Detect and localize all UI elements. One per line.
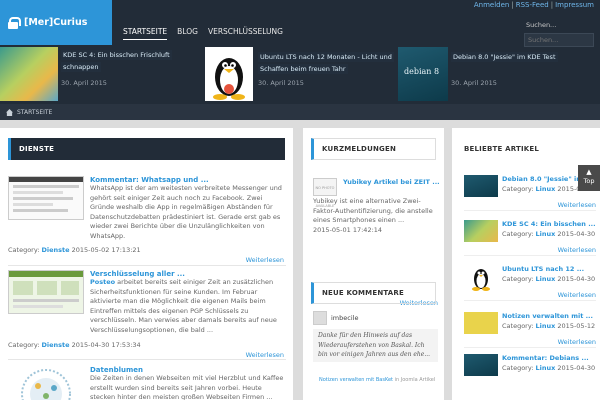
article-item: Datenblumen Die Zeiten in denen Webseite… <box>8 366 286 400</box>
link-separator: | <box>511 1 514 9</box>
article-excerpt: Posteo arbeitet bereits seit einiger Zei… <box>90 278 277 334</box>
main-nav: STARTSEITE BLOG VERSCHLÜSSELUNG <box>123 27 283 40</box>
article-thumbnail[interactable] <box>464 354 498 376</box>
site-logo[interactable]: [Mer]Curius <box>0 0 112 45</box>
divider <box>8 265 286 266</box>
comment-author: imbecile <box>331 314 359 322</box>
article-title[interactable]: Datenblumen <box>90 366 143 374</box>
read-more-link[interactable]: Weiterlesen <box>246 256 284 264</box>
lock-icon <box>8 16 21 29</box>
slide-date: 30. April 2015 <box>61 79 107 87</box>
read-more-link[interactable]: Weiterlesen <box>558 291 596 299</box>
divider <box>464 347 596 348</box>
back-to-top-label: Top <box>583 177 595 185</box>
avatar <box>313 311 327 325</box>
article-thumbnail[interactable] <box>8 366 84 400</box>
category-link[interactable]: Dienste <box>42 341 70 349</box>
read-more-link[interactable]: Weiterlesen <box>558 338 596 346</box>
notes-icon[interactable] <box>464 312 498 334</box>
divider <box>8 359 286 360</box>
section-heading: BELIEBTE ARTIKEL <box>464 145 540 153</box>
comment-article-link[interactable]: Notizen verwalten mit BasKet <box>319 377 393 383</box>
popular-title[interactable]: Notizen verwalten mit ... <box>502 312 593 320</box>
nav-item-startseite[interactable]: STARTSEITE <box>123 27 168 40</box>
slide-thumbnail: debian 8 <box>398 47 448 101</box>
article-meta: Category: Dienste 2015-04-30 17:53:34 <box>8 341 141 349</box>
divider <box>464 255 596 256</box>
nav-item-verschluesselung[interactable]: VERSCHLÜSSELUNG <box>208 27 283 40</box>
search-label: Suchen... <box>526 21 557 29</box>
divider <box>464 210 596 211</box>
article-thumbnail[interactable] <box>8 270 84 314</box>
nav-item-blog[interactable]: BLOG <box>177 27 198 40</box>
popular-meta: Category: Linux 2015-04-30 <box>502 275 596 283</box>
article-thumbnail[interactable] <box>8 176 84 220</box>
popular-title[interactable]: Kommentar: Debians ... <box>502 354 589 362</box>
read-more-link[interactable]: Weiterlesen <box>558 201 596 209</box>
dienste-column: DIENSTE Kommentar: Whatsapp und ... What… <box>0 128 293 400</box>
rss-feed-link[interactable]: RSS-Feed <box>516 1 549 9</box>
category-link[interactable]: Linux <box>536 230 556 238</box>
article-excerpt: WhatsApp ist der am weitesten verbreitet… <box>90 184 282 240</box>
slider-item[interactable]: Ubuntu LTS nach 12 Monaten - Licht und Sc… <box>205 47 395 101</box>
category-link[interactable]: Dienste <box>42 246 70 254</box>
article-thumbnail[interactable] <box>464 175 498 197</box>
comment-source: Notizen verwalten mit BasKet in Joomla A… <box>319 377 436 383</box>
popular-meta: Category: Linux 2015-04-30 <box>502 364 596 372</box>
breadcrumb-item[interactable]: STARTSEITE <box>17 109 52 116</box>
category-link[interactable]: Linux <box>536 364 556 372</box>
back-to-top-button[interactable]: ▲ Top <box>578 165 600 191</box>
tux-penguin-icon <box>205 47 253 101</box>
slide-title[interactable]: KDE SC 4: Ein bisschen Frischluft schnapp… <box>61 49 172 73</box>
section-heading: DIENSTE <box>8 138 285 160</box>
logo-text: [Mer]Curius <box>24 17 88 28</box>
article-item: Kommentar: Whatsapp und ... WhatsApp ist… <box>8 176 286 264</box>
section-heading: NEUE KOMMENTARE <box>311 282 436 304</box>
article-title[interactable]: Kommentar: Whatsapp und ... <box>90 176 209 184</box>
article-item: Verschlüsselung aller ... Posteo arbeite… <box>8 270 286 366</box>
posteo-link[interactable]: Posteo <box>90 278 115 286</box>
search-input[interactable] <box>524 33 594 47</box>
slide-date: 30. April 2015 <box>451 79 497 87</box>
popular-meta: Category: Linux 2015-05-12 <box>502 322 596 330</box>
category-link[interactable]: Linux <box>536 275 556 283</box>
tux-penguin-icon[interactable] <box>464 265 498 291</box>
popular-title[interactable]: Ubuntu LTS nach 12 ... <box>502 265 584 273</box>
popular-meta: Category: Linux 2015-04-30 <box>502 230 596 238</box>
popular-title[interactable]: KDE SC 4: Ein bisschen ... <box>502 220 596 228</box>
read-more-link[interactable]: Weiterlesen <box>558 246 596 254</box>
breadcrumb: STARTSEITE <box>0 104 600 120</box>
read-more-link[interactable]: Weiterlesen <box>246 351 284 359</box>
comment-text: Danke für den Hinweis auf das Wiederaufe… <box>313 329 438 362</box>
slider-item[interactable]: KDE SC 4: Ein bisschen Frischluft schnapp… <box>0 47 195 101</box>
middle-column: KURZMELDUNGEN NO PHOTO AVAILABLE Yubikey… <box>303 128 444 400</box>
home-icon[interactable] <box>6 108 13 116</box>
article-thumbnail[interactable] <box>464 220 498 242</box>
slide-thumbnail <box>0 47 58 101</box>
article-meta: Category: Dienste 2015-05-02 17:13:21 <box>8 246 141 254</box>
slide-title[interactable]: Ubuntu LTS nach 12 Monaten - Licht und Sc… <box>258 51 394 75</box>
article-title[interactable]: Verschlüsselung aller ... <box>90 270 185 278</box>
login-link[interactable]: Anmelden <box>474 1 509 9</box>
short-news-date: 2015-05-01 17:42:14 <box>313 225 383 234</box>
link-separator: | <box>550 1 554 9</box>
site-header: [Mer]Curius Anmelden | RSS-Feed | Impressum … <box>0 0 600 104</box>
no-photo-thumbnail[interactable]: NO PHOTO AVAILABLE <box>313 178 337 208</box>
imprint-link[interactable]: Impressum <box>555 1 594 9</box>
category-link[interactable]: Linux <box>536 185 556 193</box>
section-heading: KURZMELDUNGEN <box>311 138 436 160</box>
divider <box>464 300 596 301</box>
short-news-text: Yubikey ist eine alternative Zwei-Faktor… <box>313 197 433 234</box>
slide-date: 30. April 2015 <box>258 79 304 87</box>
short-news-title[interactable]: Yubikey Artikel bei ZEIT ... <box>343 178 440 186</box>
debian-logo-text: debian 8 <box>404 67 440 76</box>
slide-title[interactable]: Debian 8.0 "Jessie" im KDE Test <box>451 51 558 63</box>
category-link[interactable]: Linux <box>536 322 556 330</box>
slider-item[interactable]: debian 8 Debian 8.0 "Jessie" im KDE Test… <box>398 47 588 101</box>
top-links: Anmelden | RSS-Feed | Impressum <box>474 1 594 9</box>
article-excerpt: Die Zeiten in denen Webseiten mit viel H… <box>90 374 284 400</box>
arrow-up-icon: ▲ <box>586 168 592 176</box>
